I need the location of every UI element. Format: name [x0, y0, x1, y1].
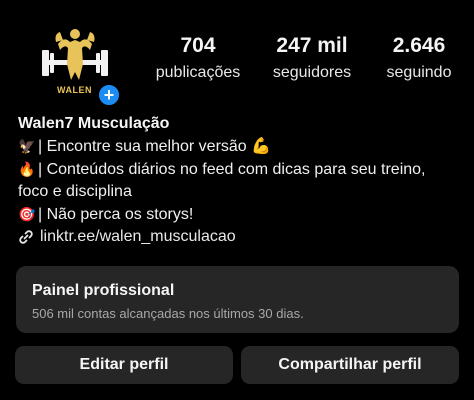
- target-emoji-icon: 🎯: [18, 206, 36, 222]
- fire-emoji-icon: 🔥: [18, 161, 36, 177]
- bio-line: 🦅 | Encontre sua melhor versão 💪: [18, 135, 468, 158]
- profile-name: Walen7 Musculação: [18, 115, 170, 132]
- professional-dashboard[interactable]: Painel profissional 506 mil contas alcan…: [16, 266, 459, 333]
- profile-link[interactable]: linktr.ee/walen_musculacao: [18, 226, 468, 248]
- followers-count: 247 mil: [276, 34, 348, 57]
- profile-bio: Walen7 Musculação 🦅 | Encontre sua melhor…: [18, 113, 468, 248]
- link-text: linktr.ee/walen_musculacao: [40, 228, 236, 245]
- bio-line: foco e disciplina: [18, 181, 468, 203]
- posts-count: 704: [180, 34, 216, 57]
- plus-icon: +: [103, 85, 115, 105]
- eagle-emoji-icon: 🦅: [18, 138, 36, 154]
- bio-text: | Não perca os storys!: [38, 206, 194, 223]
- avatar-logo-text: WALEN: [57, 85, 92, 95]
- add-story-button[interactable]: +: [96, 82, 122, 108]
- following-count: 2.646: [392, 34, 446, 57]
- link-icon: [19, 230, 33, 244]
- bio-text: | Encontre sua melhor versão 💪: [38, 138, 272, 155]
- profile-screen: WALEN + 704 publicações 247 mil seguidor…: [0, 0, 474, 400]
- dashboard-subtitle: 506 mil contas alcançadas nos últimos 30…: [32, 306, 304, 321]
- share-profile-button[interactable]: Compartilhar perfil: [241, 346, 459, 384]
- dashboard-title: Painel profissional: [32, 282, 175, 299]
- bio-line: 🎯 | Não perca os storys!: [18, 203, 468, 226]
- posts-label: publicações: [155, 64, 241, 81]
- profile-stats: 704 publicações 247 mil seguidores 2.646…: [140, 34, 474, 94]
- stat-following[interactable]: 2.646 seguindo: [364, 34, 474, 82]
- following-label: seguindo: [386, 64, 452, 81]
- bio-text: foco e disciplina: [18, 183, 132, 200]
- followers-label: seguidores: [272, 64, 352, 81]
- stat-followers[interactable]: 247 mil seguidores: [257, 34, 367, 82]
- edit-profile-button[interactable]: Editar perfil: [15, 346, 233, 384]
- stat-posts[interactable]: 704 publicações: [148, 34, 248, 82]
- bio-line: 🔥 | Conteúdos diários no feed com dicas p…: [18, 158, 468, 181]
- bio-text: | Conteúdos diários no feed com dicas pa…: [38, 161, 426, 178]
